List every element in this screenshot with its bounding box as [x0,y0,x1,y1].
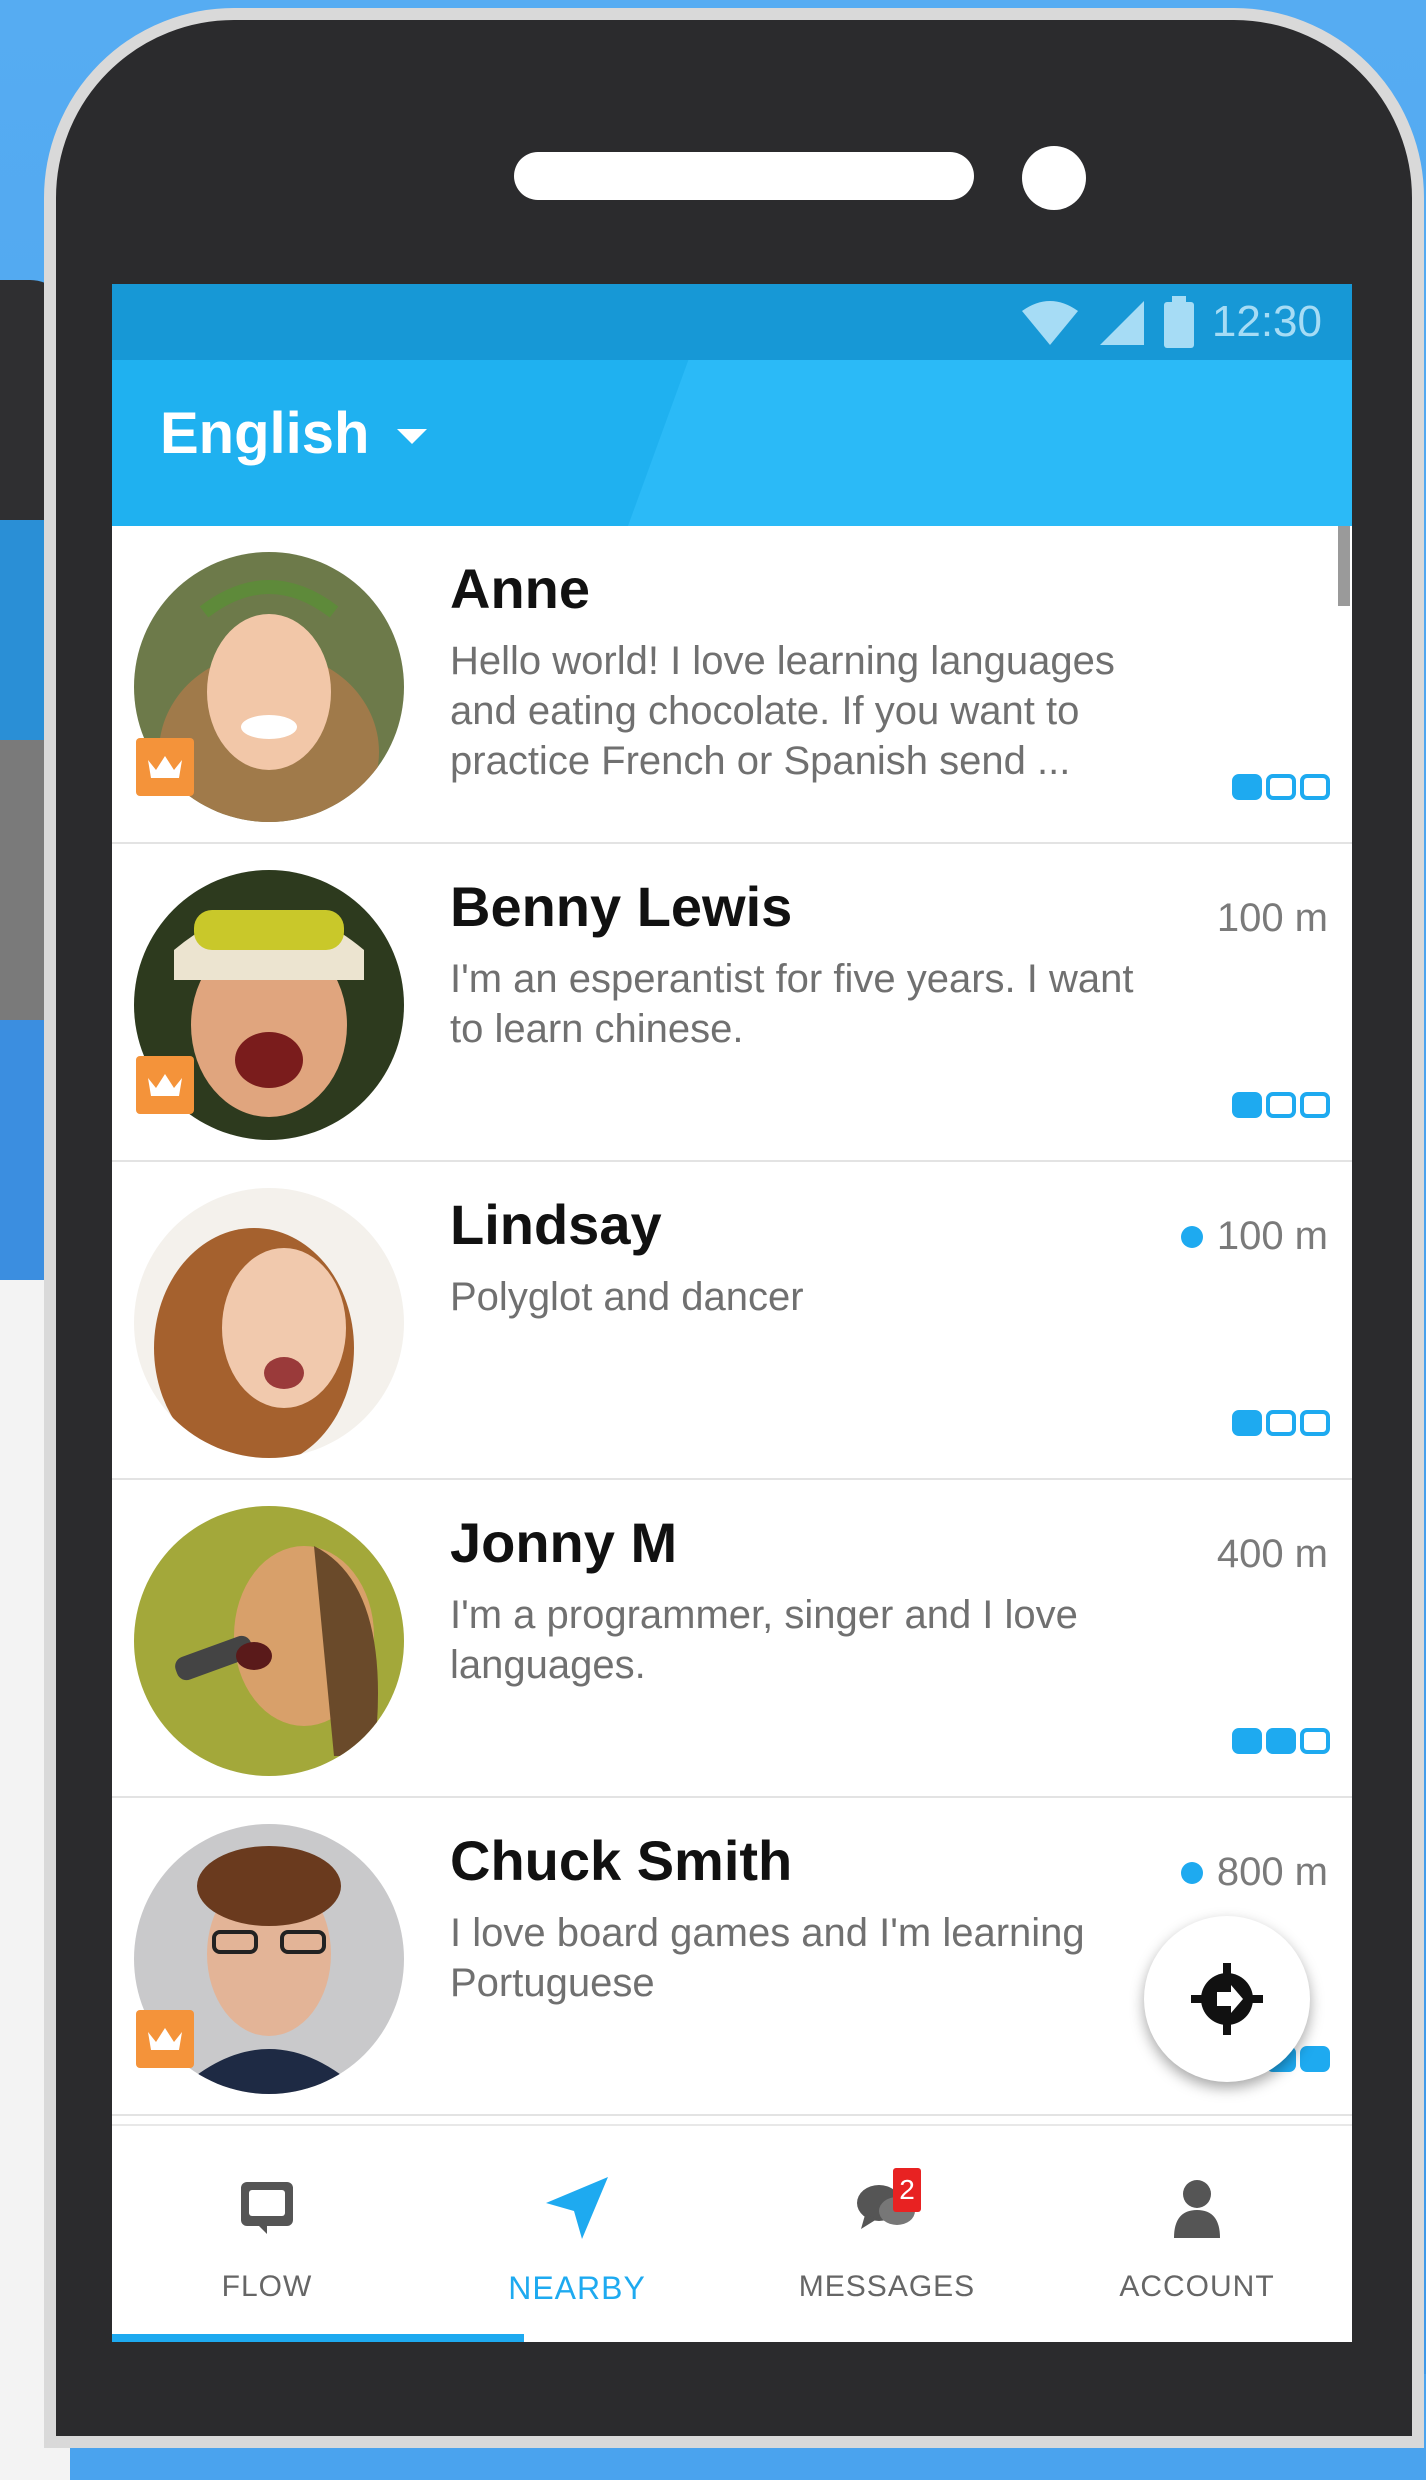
user-distance: 800 m [1180,1850,1328,1895]
language-label: English [160,401,370,466]
user-name: Benny Lewis [450,875,793,938]
phone-camera [1022,146,1086,210]
tab-label: MESSAGES [798,2270,976,2303]
tab-messages[interactable]: 2 MESSAGES [732,2126,1042,2342]
tab-label: FLOW [221,2270,313,2303]
language-selector[interactable]: English [160,400,428,467]
phone-speaker [514,152,974,200]
user-icon [1174,2180,1220,2238]
language-level-indicator [1232,1728,1330,1754]
avatar [134,1506,404,1776]
status-time: 12:30 [1211,297,1322,346]
premium-crown-icon [136,738,194,796]
user-bio: Hello world! I love learning languages a… [450,639,1115,783]
list-item[interactable]: Benny Lewis 100 m I'm an esperantist for… [112,844,1352,1162]
user-distance: 400 m [1217,1532,1328,1577]
wifi-icon [1021,301,1078,345]
user-name: Jonny M [450,1511,678,1574]
tab-account[interactable]: ACCOUNT [1042,2126,1352,2342]
status-bar: 12:30 [112,284,1352,360]
app-bar: English [112,360,1352,526]
user-name: Anne [450,557,590,620]
user-bio: I'm a programmer, singer and I love lang… [450,1593,1078,1687]
tab-nearby[interactable]: NEARBY [422,2126,732,2342]
user-bio: I'm an esperantist for five years. I wan… [450,957,1134,1051]
navigation-arrow-icon [546,2177,608,2239]
caret-down-icon [397,429,428,444]
user-distance: 100 m [1180,1214,1328,1259]
chat-bubble-icon [241,2182,293,2234]
distance-value: 100 m [1216,896,1328,940]
online-dot-icon [1180,1861,1203,1884]
scrollbar[interactable] [1338,526,1350,606]
app-screen: 12:30 English Anne Hello world! I love l… [112,284,1352,2342]
tab-flow[interactable]: FLOW [112,2126,422,2342]
distance-value: 100 m [1216,1214,1328,1258]
list-item[interactable]: Anne Hello world! I love learning langua… [112,526,1352,844]
premium-crown-icon [136,2010,194,2068]
user-bio: Polyglot and dancer [450,1275,804,1319]
avatar [134,1188,404,1458]
tab-label: NEARBY [508,2270,646,2306]
distance-value: 800 m [1216,1850,1328,1894]
user-name: Chuck Smith [450,1829,793,1892]
language-level-indicator [1232,774,1330,800]
locate-button[interactable] [1144,1916,1310,2082]
user-bio: I love board games and I'm learning Port… [450,1911,1085,2005]
user-name: Lindsay [450,1193,662,1256]
tab-label: ACCOUNT [1119,2270,1275,2303]
premium-crown-icon [136,1056,194,1114]
list-item[interactable]: Lindsay 100 m Polyglot and dancer [112,1162,1352,1480]
language-level-indicator [1232,1410,1330,1436]
distance-value: 400 m [1216,1532,1328,1576]
bottom-navigation: FLOW NEARBY 2 MESSAGES ACCOUNT [112,2124,1352,2342]
list-item[interactable]: Jonny M 400 m I'm a programmer, singer a… [112,1480,1352,1798]
battery-icon [1163,296,1194,348]
user-distance: 100 m [1217,896,1328,941]
locate-icon [1191,1963,1263,2035]
messages-badge: 2 [893,2168,921,2212]
user-list: Anne Hello world! I love learning langua… [112,526,1352,2116]
active-tab-indicator [112,2334,524,2342]
signal-icon [1099,301,1144,345]
language-level-indicator [1232,1092,1330,1118]
online-dot-icon [1180,1225,1203,1248]
